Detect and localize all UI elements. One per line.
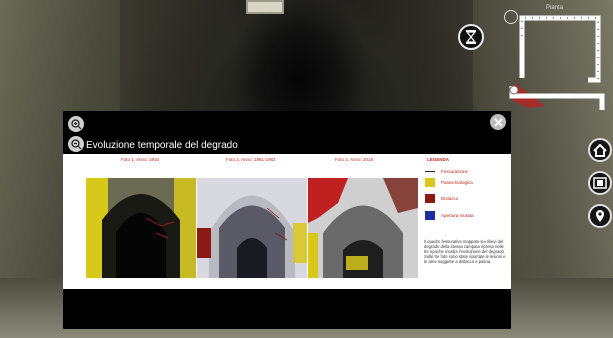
- legend-label: Fessurazione: [441, 169, 469, 174]
- patina-swatch: [425, 178, 435, 187]
- legend-label: Distacco: [441, 196, 459, 201]
- floor-plan-minimap[interactable]: [500, 8, 610, 110]
- photo-1981-1983[interactable]: [197, 178, 307, 278]
- home-icon: [593, 143, 607, 157]
- photo-caption-1: Foto 1, Anno: 1915: [121, 157, 160, 162]
- legend-item-apertura: Apertura murata: [425, 211, 474, 220]
- ceiling-lamp: [246, 0, 284, 14]
- film-icon: [593, 177, 607, 189]
- photo-2018[interactable]: [308, 178, 418, 278]
- current-position-icon: [509, 85, 519, 95]
- close-button[interactable]: [490, 114, 506, 130]
- legend-item-distacco: Distacco: [425, 194, 458, 203]
- photo-caption-3: Foto 3, Anno: 2018: [335, 157, 374, 162]
- apertura-swatch: [425, 211, 435, 220]
- legend-label: Apertura murata: [441, 213, 474, 218]
- hourglass-icon: [465, 30, 477, 44]
- legend-item-fessurazione: Fessurazione: [425, 169, 468, 174]
- legend-note: Il quadro fessurativo mappato sui riliev…: [424, 239, 506, 264]
- zoom-out-icon: [70, 138, 81, 149]
- home-button[interactable]: [588, 138, 612, 162]
- zoom-out-button[interactable]: [68, 136, 84, 152]
- zoom-in-button[interactable]: [68, 116, 84, 132]
- gallery-button[interactable]: [588, 171, 612, 195]
- location-button[interactable]: [588, 204, 612, 228]
- legend-label: Patina biologica: [441, 180, 473, 185]
- panel-title: Evoluzione temporale del degrado: [86, 140, 238, 151]
- hourglass-button[interactable]: [458, 24, 484, 50]
- photo-caption-2: Foto 2, Anno: 1981-1983: [226, 157, 276, 162]
- legend-item-patina: Patina biologica: [425, 178, 473, 187]
- close-icon: [493, 117, 503, 127]
- location-pin-icon: [596, 210, 604, 222]
- crack-line-swatch: [425, 171, 435, 172]
- distacco-swatch: [425, 194, 435, 203]
- photo-1915[interactable]: [86, 178, 196, 278]
- zoom-in-icon: [70, 118, 81, 129]
- legend-title: LEGENDA: [427, 157, 450, 162]
